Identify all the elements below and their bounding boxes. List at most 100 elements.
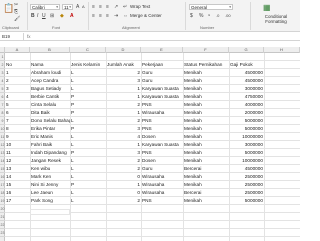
indent-icon[interactable]: ⇥ [114, 13, 118, 19]
cell-no[interactable]: 16 [5, 189, 30, 197]
cell-status[interactable]: Menikah [183, 181, 229, 189]
cell-nama[interactable]: Cinta Selalu [30, 101, 70, 109]
cell-no[interactable]: 6 [5, 109, 30, 117]
cell-gaji[interactable]: 5000000 [229, 149, 264, 157]
cell-nama[interactable]: Eric Manis [30, 133, 70, 141]
cell-status[interactable]: Menikah [183, 69, 229, 77]
row-header[interactable]: 22 [0, 221, 5, 229]
cell-gaji[interactable]: 4750000 [229, 93, 264, 101]
cell-nama[interactable]: Acep Candra [30, 77, 70, 85]
cell-no[interactable]: 11 [5, 149, 30, 157]
font-name-dropdown[interactable]: Calibri ▾ [30, 4, 60, 10]
conditional-formatting-button[interactable]: Conditional Formatting [254, 14, 298, 24]
column-header[interactable]: F [183, 47, 229, 53]
italic-button[interactable]: I [37, 13, 38, 19]
header-pekerjaan[interactable]: Pekerjaan [141, 61, 183, 69]
column-header[interactable]: D [106, 47, 141, 53]
cell-anak[interactable]: 1 [106, 141, 141, 149]
cell-anak[interactable]: 2 [106, 165, 141, 173]
column-header[interactable]: A [5, 47, 30, 53]
cell-pekerjaan[interactable]: Dosen [141, 133, 183, 141]
cell-no[interactable]: 8 [5, 125, 30, 133]
cell-nama[interactable]: Lee Jaeun [30, 189, 70, 197]
percent-button[interactable]: % [199, 13, 203, 19]
cell-nama[interactable]: Ken wibu [30, 165, 70, 173]
format-painter-icon[interactable]: 🖌 [14, 16, 20, 22]
cell-status[interactable]: Menikah [183, 149, 229, 157]
underline-button[interactable]: U [42, 13, 46, 19]
cell-nama[interactable]: Mark Ken [30, 173, 70, 181]
header-status[interactable]: Status Pernikahan [183, 61, 229, 69]
cell-anak[interactable]: 1 [106, 181, 141, 189]
cell-pekerjaan[interactable]: Wirausaha [141, 181, 183, 189]
cell-nama[interactable]: Erika Pintar [30, 125, 70, 133]
cell-gaji[interactable]: 4000000 [229, 101, 264, 109]
cell-no[interactable]: 13 [5, 165, 30, 173]
comma-style-icon[interactable]: ⁹ [208, 13, 210, 19]
cell-status[interactable]: Menikah [183, 197, 229, 205]
cell-anak[interactable]: 1 [106, 109, 141, 117]
cell-no[interactable]: 12 [5, 157, 30, 165]
cell-gaji[interactable]: 10000000 [229, 133, 264, 141]
cell-no[interactable]: 1 [5, 69, 30, 77]
row-header[interactable]: 1 [0, 53, 5, 61]
cell-pekerjaan[interactable]: Guru [141, 165, 183, 173]
cell-pekerjaan[interactable]: PNS [141, 101, 183, 109]
cell-anak[interactable]: 3 [106, 149, 141, 157]
cell-jk[interactable]: L [70, 173, 106, 181]
cell-anak[interactable]: 1 [106, 85, 141, 93]
cell-pekerjaan[interactable]: Karyawan Suasta [141, 141, 183, 149]
cell-status[interactable]: Menikah [183, 125, 229, 133]
header-nama[interactable]: Nama [30, 61, 70, 69]
cell-pekerjaan[interactable]: PNS [141, 197, 183, 205]
copy-icon[interactable]: ⎘ [14, 9, 18, 15]
cell-anak[interactable]: 3 [106, 125, 141, 133]
cell-pekerjaan[interactable]: PNS [141, 125, 183, 133]
cell-nama[interactable]: Bagus Setiady [30, 85, 70, 93]
font-color-icon[interactable]: A [70, 13, 74, 19]
cell-gaji[interactable]: 2500000 [229, 181, 264, 189]
merge-center-button[interactable]: Merge & Center [130, 13, 162, 19]
cell-jk[interactable]: L [70, 157, 106, 165]
merge-center-icon[interactable]: ⇔ [123, 13, 128, 19]
cell-gaji[interactable]: 4500000 [229, 77, 264, 85]
cell-nama[interactable]: Dita Baik [30, 109, 70, 117]
row-header[interactable]: 21 [0, 213, 5, 221]
cell-pekerjaan[interactable]: PNS [141, 117, 183, 125]
cell-nama[interactable]: Park Song [30, 197, 70, 205]
header-jumlah-anak[interactable]: Jumlah Anak [106, 61, 141, 69]
cell-anak[interactable]: 2 [106, 101, 141, 109]
cell-nama[interactable]: Dono Selalu Bahagia [30, 117, 70, 125]
wrap-text-icon[interactable]: ↵ [123, 4, 127, 10]
cell-status[interactable]: Menikah [183, 109, 229, 117]
conditional-formatting-icon[interactable]: ▦ [263, 3, 271, 12]
header-gaji[interactable]: Gaji Pokok [229, 61, 264, 69]
cell-gaji[interactable]: 4500000 [229, 165, 264, 173]
cell-gaji[interactable]: 10000000 [229, 157, 264, 165]
cell-status[interactable]: Menikah [183, 101, 229, 109]
cell-nama[interactable]: Nini Si Jenny [30, 181, 70, 189]
cell-anak[interactable]: 2 [106, 117, 141, 125]
cell-jk[interactable]: P [70, 125, 106, 133]
align-right-icon[interactable]: ≡ [106, 13, 109, 19]
cell-jk[interactable]: L [70, 117, 106, 125]
font-size-dropdown[interactable]: 11 ▾ [62, 4, 73, 10]
borders-icon[interactable]: ⊞ [50, 13, 54, 19]
cell-gaji[interactable]: 5000000 [229, 117, 264, 125]
decrease-decimal-icon[interactable]: .00 [225, 13, 231, 19]
wrap-text-button[interactable]: Wrap Text [130, 4, 150, 10]
cell-no[interactable]: 7 [5, 117, 30, 125]
cell-status[interactable]: Menikah [183, 117, 229, 125]
cell-no[interactable]: 3 [5, 85, 30, 93]
cell-status[interactable]: Bercerai [183, 189, 229, 197]
cell-anak[interactable]: 0 [106, 189, 141, 197]
cell-jk[interactable]: L [70, 77, 106, 85]
cell-status[interactable]: Menikah [183, 85, 229, 93]
cell-pekerjaan[interactable]: Wirausaha [141, 189, 183, 197]
cell-pekerjaan[interactable]: Wirausaha [141, 109, 183, 117]
cell-jk[interactable]: L [70, 197, 106, 205]
row-header[interactable]: 20 [0, 205, 5, 213]
cell-anak[interactable]: 2 [106, 69, 141, 77]
header-jenis-kelamin[interactable]: Jenis Kelamin [70, 61, 106, 69]
fill-color-icon[interactable]: ◆ [60, 13, 64, 19]
